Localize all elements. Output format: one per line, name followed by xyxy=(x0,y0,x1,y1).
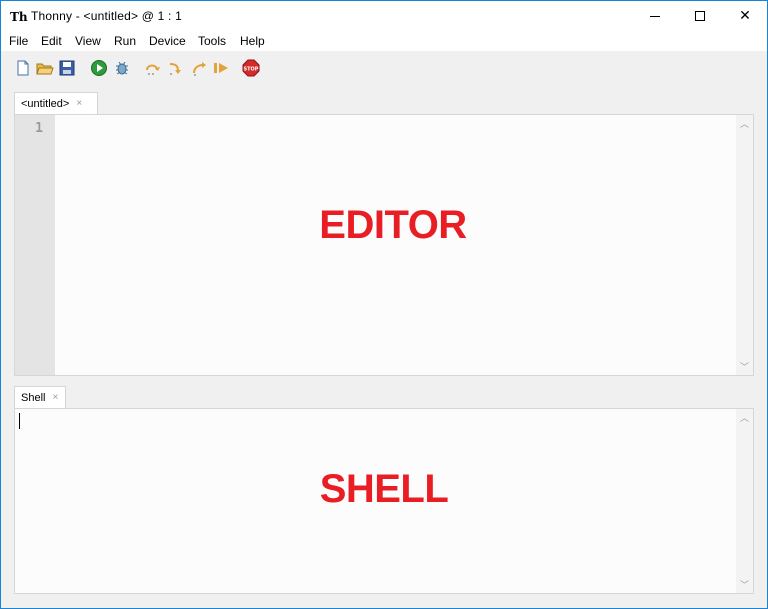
menu-file[interactable]: File xyxy=(9,34,28,49)
text-cursor xyxy=(19,413,20,429)
open-folder-icon xyxy=(36,63,54,75)
menu-help[interactable]: Help xyxy=(240,34,265,49)
editor-tab-label: <untitled> xyxy=(21,97,70,110)
menu-run[interactable]: Run xyxy=(114,34,136,49)
resume-button[interactable] xyxy=(212,59,230,77)
tab-shell[interactable]: Shell × xyxy=(14,386,66,408)
editor-scrollbar[interactable]: ︿ ﹀ xyxy=(736,115,753,375)
scroll-up-icon[interactable]: ︿ xyxy=(740,117,749,130)
menu-edit[interactable]: Edit xyxy=(41,34,62,49)
maximize-button[interactable] xyxy=(677,1,723,31)
stop-icon: STOP xyxy=(242,59,260,77)
step-into-icon xyxy=(169,63,181,75)
toolbar: STOP xyxy=(1,51,767,87)
scroll-up-icon[interactable]: ︿ xyxy=(740,411,749,424)
title-bar[interactable]: Th Thonny - <untitled> @ 1 : 1 ✕ xyxy=(1,1,767,31)
editor-area[interactable]: 1 EDITOR ︿ ﹀ xyxy=(14,114,754,376)
menu-bar: File Edit View Run Device Tools Help xyxy=(1,31,767,51)
new-file-icon xyxy=(17,60,29,76)
scroll-down-icon[interactable]: ﹀ xyxy=(740,578,749,591)
shell-tab-label: Shell xyxy=(21,391,46,404)
debug-button[interactable] xyxy=(113,59,131,77)
run-button[interactable] xyxy=(90,59,108,77)
shell-scrollbar[interactable]: ︿ ﹀ xyxy=(736,409,753,593)
shell-label: SHELL xyxy=(319,467,449,511)
line-number: 1 xyxy=(35,121,43,136)
menu-device[interactable]: Device xyxy=(149,34,186,49)
close-button[interactable]: ✕ xyxy=(722,1,768,31)
scroll-down-icon[interactable]: ﹀ xyxy=(740,360,749,373)
save-file-button[interactable] xyxy=(58,59,76,77)
menu-tools[interactable]: Tools xyxy=(198,34,226,49)
editor-label: EDITOR xyxy=(319,203,467,247)
thonny-logo-icon: Th xyxy=(10,10,28,24)
debug-icon xyxy=(116,61,128,75)
step-over-icon xyxy=(146,64,160,75)
stop-label: STOP xyxy=(244,67,259,73)
step-out-button[interactable] xyxy=(190,59,208,77)
shell-area[interactable]: SHELL ︿ ﹀ xyxy=(14,408,754,594)
close-tab-icon[interactable]: × xyxy=(52,392,58,403)
minimize-button[interactable] xyxy=(632,1,678,31)
thonny-window: Th Thonny - <untitled> @ 1 : 1 ✕ File Ed… xyxy=(0,0,768,609)
step-over-button[interactable] xyxy=(144,59,162,77)
open-file-button[interactable] xyxy=(36,59,54,77)
maximize-icon xyxy=(695,11,705,21)
step-out-icon xyxy=(193,62,206,76)
run-icon xyxy=(91,60,107,76)
tab-untitled[interactable]: <untitled> × xyxy=(14,92,98,114)
minimize-icon xyxy=(650,15,660,17)
window-title: Thonny - <untitled> @ 1 : 1 xyxy=(31,9,182,23)
resume-icon xyxy=(214,63,228,73)
close-tab-icon[interactable]: × xyxy=(76,98,82,109)
close-icon: ✕ xyxy=(739,8,751,24)
menu-view[interactable]: View xyxy=(75,34,101,49)
step-into-button[interactable] xyxy=(167,59,185,77)
save-icon xyxy=(59,60,75,76)
new-file-button[interactable] xyxy=(14,59,32,77)
stop-button[interactable]: STOP xyxy=(242,59,260,77)
